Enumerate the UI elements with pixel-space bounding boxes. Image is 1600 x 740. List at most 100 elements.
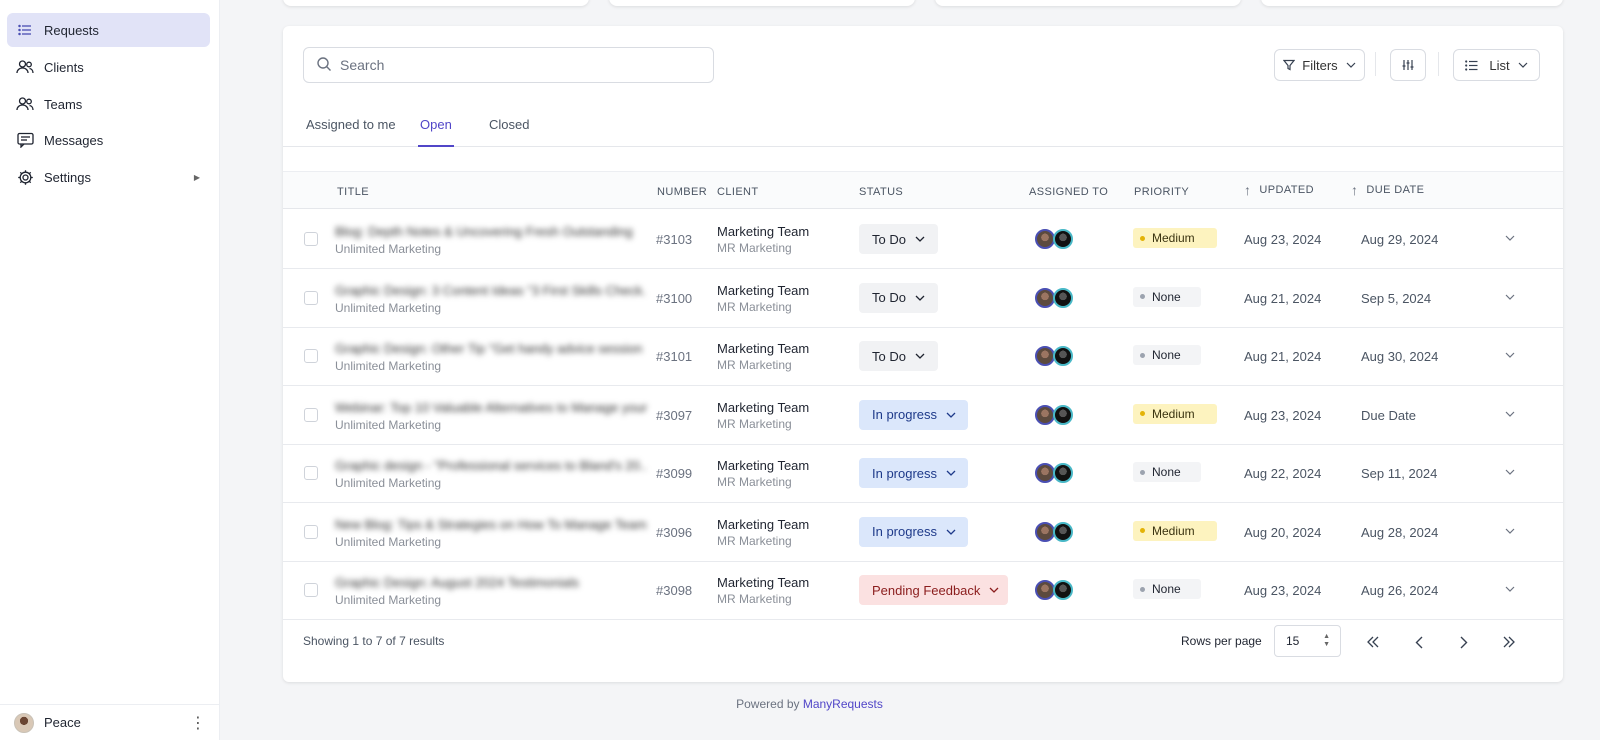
expand-row-chevron-icon[interactable] [1505,230,1515,244]
priority-badge[interactable]: Medium [1133,228,1217,248]
assignees[interactable] [1035,463,1073,483]
sidebar-item-teams[interactable]: Teams [7,87,210,121]
priority-badge[interactable]: None [1133,579,1201,599]
status-dropdown[interactable]: In progress [859,458,968,488]
assignees[interactable] [1035,404,1073,425]
tab-open[interactable]: Open [418,117,454,147]
rows-per-page-label: Rows per page [1181,634,1262,648]
table-row[interactable]: New Blog: Tips & Strategies on How To Ma… [283,503,1563,562]
priority-dot-icon [1140,528,1145,533]
gear-icon [16,168,34,186]
status-dropdown[interactable]: To Do [859,282,938,313]
assignees[interactable] [1035,346,1073,366]
request-title-cell[interactable]: Graphic design - "Professional services … [335,458,647,490]
summary-card [935,0,1241,6]
assignees[interactable] [1035,580,1073,600]
table-row[interactable]: Graphic Design: 3 Content Ideas "3 First… [283,269,1563,328]
request-title-cell[interactable]: Graphic Design: 3 Content Ideas "3 First… [335,283,647,315]
table-row[interactable]: Graphic Design: Other Tip "Get handy adv… [283,327,1563,386]
assignees[interactable] [1035,287,1073,308]
request-title-cell[interactable]: Blog: Depth Notes & Uncovering Fresh Out… [335,224,647,256]
avatar [1035,404,1055,425]
expand-row-chevron-icon[interactable] [1505,289,1515,303]
row-checkbox[interactable] [304,349,318,363]
row-checkbox[interactable] [304,407,318,422]
sidebar-item-messages[interactable]: Messages [7,123,210,157]
expand-row-chevron-icon[interactable] [1505,347,1515,361]
table-row[interactable]: Webinar: Top 10 Valuable Alternatives to… [283,386,1563,445]
table-row[interactable]: Blog: Depth Notes & Uncovering Fresh Out… [283,210,1563,269]
due-date: Sep 11, 2024 [1361,466,1438,481]
brand-link[interactable]: ManyRequests [803,697,883,711]
priority-badge[interactable]: None [1133,345,1201,365]
status-dropdown[interactable]: Pending Feedback [859,575,1008,605]
client-name: Marketing Team [717,282,810,298]
expand-caret-icon[interactable]: ▶ [194,173,200,182]
search-input[interactable] [340,57,700,73]
status-dropdown[interactable]: To Do [859,341,938,371]
users-icon [16,58,34,76]
request-title-cell[interactable]: New Blog: Tips & Strategies on How To Ma… [335,517,647,549]
rows-per-page-select[interactable]: 15 ▲ ▼ [1274,625,1341,657]
column-header-due-date[interactable]: ↑ DUE DATE [1351,182,1424,198]
last-page-button[interactable] [1497,630,1521,654]
table-row[interactable]: Graphic Design: August 2024 Testimonials… [283,561,1563,620]
status-dropdown[interactable]: To Do [859,224,938,254]
row-checkbox[interactable] [304,232,318,246]
request-title: Graphic design - "Professional services … [335,458,647,473]
priority-badge[interactable]: Medium [1133,403,1217,424]
sidebar-item-clients[interactable]: Clients [7,50,210,84]
expand-row-chevron-icon[interactable] [1505,406,1515,420]
priority-badge[interactable]: None [1133,286,1201,307]
status-label: In progress [872,465,938,481]
expand-row-chevron-icon[interactable] [1505,523,1515,537]
row-checkbox[interactable] [304,290,318,305]
expand-row-chevron-icon[interactable] [1505,581,1515,595]
client-company: MR Marketing [717,416,792,431]
columns-button[interactable] [1390,49,1426,81]
avatar [1053,229,1073,249]
expand-row-chevron-icon[interactable] [1505,464,1515,478]
message-icon [16,131,34,149]
tab-closed[interactable]: Closed [489,117,529,147]
previous-page-button[interactable] [1407,630,1431,654]
row-checkbox[interactable] [304,466,318,480]
first-page-button[interactable] [1361,630,1385,654]
client-cell: Marketing Team MR Marketing [717,282,809,316]
table-row[interactable]: Graphic design - "Professional services … [283,444,1563,503]
columns-icon [1402,59,1414,71]
sidebar-item-settings[interactable]: Settings ▶ [7,160,210,194]
toolbar-divider [1375,52,1376,76]
status-label: To Do [872,348,906,364]
priority-badge[interactable]: None [1133,462,1201,482]
request-title-cell[interactable]: Graphic Design: August 2024 Testimonials… [335,575,647,607]
chevron-left-icon [1415,636,1423,648]
request-title-cell[interactable]: Webinar: Top 10 Valuable Alternatives to… [335,400,647,432]
column-header-updated-label: UPDATED [1259,184,1314,196]
request-org: Unlimited Marketing [335,242,442,256]
row-checkbox[interactable] [304,583,318,597]
request-title-cell[interactable]: Graphic Design: Other Tip "Get handy adv… [335,341,647,373]
client-company: MR Marketing [717,533,792,548]
assignees[interactable] [1035,521,1073,542]
column-header-updated[interactable]: ↑ UPDATED [1244,182,1314,198]
updated-date: Aug 20, 2024 [1244,524,1322,540]
avatar [1035,463,1055,483]
sidebar-item-requests[interactable]: Requests [7,13,210,47]
status-dropdown[interactable]: In progress [859,399,968,430]
chevron-down-icon [915,293,925,303]
filters-button[interactable]: Filters [1274,49,1365,81]
search-box[interactable] [303,47,714,83]
summary-card [1261,0,1563,6]
priority-badge[interactable]: Medium [1133,520,1217,541]
due-date: Aug 30, 2024 [1361,349,1439,364]
view-mode-button[interactable]: List [1453,49,1540,81]
next-page-button[interactable] [1452,630,1476,654]
assignees[interactable] [1035,229,1073,249]
row-checkbox[interactable] [304,524,318,539]
more-options-icon[interactable]: ⋮ [190,713,206,733]
status-dropdown[interactable]: In progress [859,516,968,547]
tab-assigned-to-me[interactable]: Assigned to me [306,117,396,147]
priority-dot-icon [1140,469,1145,475]
stepper-icon: ▲ ▼ [1323,633,1330,648]
